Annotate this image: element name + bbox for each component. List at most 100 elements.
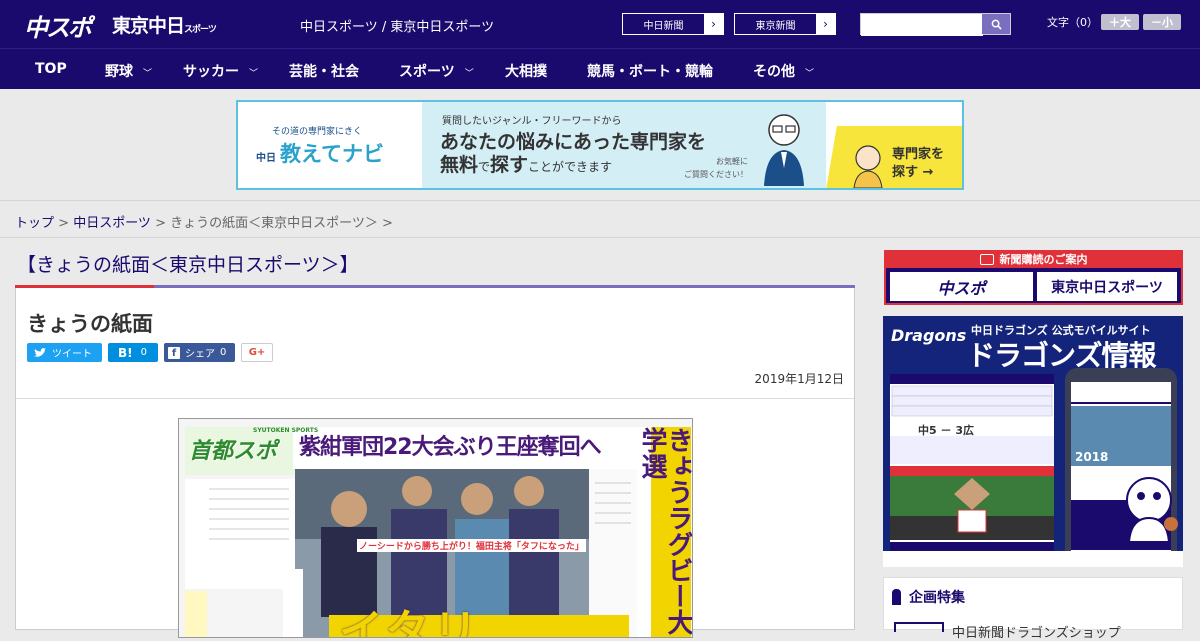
section-title: 【きょうの紙面＜東京中日スポーツ＞】 bbox=[17, 254, 359, 276]
nav-label: その他 bbox=[753, 64, 795, 80]
chevron-right-icon: › bbox=[816, 14, 835, 34]
newspaper-headline: 紫紺軍団22大会ぶり王座奪回へ bbox=[299, 435, 602, 460]
banner-line-3a: 無料 bbox=[440, 154, 479, 176]
breadcrumb-section[interactable]: 中日スポーツ bbox=[73, 216, 151, 231]
paper-link-label: 東京新聞 bbox=[755, 20, 796, 32]
facebook-label: シェア bbox=[185, 349, 215, 360]
nav-item-baseball[interactable]: 野球 ﹀ bbox=[105, 61, 152, 81]
chuspo-logo[interactable]: 中スポ bbox=[24, 8, 92, 43]
nav-label: 大相撲 bbox=[505, 64, 547, 80]
banner-line-3c: 探す bbox=[490, 154, 529, 176]
dragons-info-banner[interactable]: Dragons 中日ドラゴンズ 公式モバイルサイト ドラゴンズ情報 中5 － 3… bbox=[883, 316, 1183, 567]
nav-label: スポーツ bbox=[399, 64, 455, 80]
nav-item-top[interactable]: TOP bbox=[35, 61, 67, 77]
chunichi-shimbun-link[interactable]: 中日新聞 › bbox=[622, 13, 724, 35]
font-size-label: 文字（0） bbox=[1047, 16, 1098, 29]
phone-header bbox=[1071, 382, 1171, 404]
dragons-footer bbox=[883, 551, 1183, 567]
hatena-count: 0 bbox=[140, 347, 147, 358]
banner-note-1: お気軽に bbox=[716, 157, 748, 166]
tokyo-shimbun-link[interactable]: 東京新聞 › bbox=[734, 13, 836, 35]
newspaper-side-headline: きょうラグビー大学選 bbox=[637, 427, 693, 637]
search-icon bbox=[991, 19, 1002, 30]
article-card: きょうの紙面 ツイート B! 0 f シェア 0 G+ 2019年1月12日 首… bbox=[15, 288, 855, 638]
chevron-down-icon: ﹀ bbox=[143, 69, 153, 79]
nav-item-entertainment[interactable]: 芸能・社会 bbox=[289, 61, 359, 81]
special-features-box: 企画特集 中日新聞ドラゴンズショップ bbox=[883, 577, 1183, 641]
tokyo-chunichi-logo[interactable]: 東京中日スポーツ bbox=[112, 11, 217, 38]
article-date: 2019年1月12日 bbox=[754, 372, 844, 386]
breadcrumb-current: きょうの紙面＜東京中日スポーツ＞ bbox=[170, 216, 378, 231]
breadcrumb-bar: トップ > 中日スポーツ > きょうの紙面＜東京中日スポーツ＞ > bbox=[0, 200, 1200, 238]
nav-label: TOP bbox=[35, 61, 67, 77]
newspaper-front-page-image[interactable]: 首都スポ SYUTOKEN SPORTS 紫紺軍団22大会ぶり王座奪回へ きょう… bbox=[178, 418, 693, 638]
nav-item-other[interactable]: その他 ﹀ bbox=[753, 61, 814, 81]
banner-cta[interactable]: 専門家を 探す → bbox=[892, 146, 944, 182]
newspaper-big-text: イタリ bbox=[339, 606, 482, 638]
facebook-icon: f bbox=[168, 346, 180, 359]
newspaper-subline: ノーシードから勝ち上がり！福田主将「タフになった」 bbox=[357, 539, 586, 552]
subscribe-chuspo[interactable]: 中スポ bbox=[890, 272, 1033, 301]
banner-line-3: 無料で探すことができます bbox=[440, 150, 612, 177]
tweet-button[interactable]: ツイート bbox=[27, 343, 102, 362]
nav-item-racing[interactable]: 競馬・ボート・競輪 bbox=[587, 61, 713, 81]
nav-label: 競馬・ボート・競輪 bbox=[587, 64, 713, 80]
subscription-head: 新聞購読のご案内 bbox=[886, 250, 1181, 268]
search-box bbox=[860, 13, 1011, 36]
banner-brand: 中日 教えてナビ bbox=[256, 138, 384, 168]
subscribe-tokyo-chunichi[interactable]: 東京中日スポーツ bbox=[1037, 272, 1177, 301]
nav-label: 芸能・社会 bbox=[289, 64, 359, 80]
breadcrumb-sep: > bbox=[150, 216, 171, 231]
nav-item-sumo[interactable]: 大相撲 bbox=[505, 61, 547, 81]
question-person-icon bbox=[853, 145, 883, 188]
main-nav: TOP 野球 ﹀ サッカー ﹀ 芸能・社会 スポーツ ﹀ 大相撲 競馬・ボート・競輪 … bbox=[0, 48, 1200, 89]
article-title: きょうの紙面 bbox=[27, 312, 153, 336]
google-plus-button[interactable]: G+ bbox=[241, 343, 273, 362]
oshiete-navi-banner[interactable]: その道の専門家にきく 中日 教えてナビ 質問したいジャンル・フリーワードから あな… bbox=[236, 100, 964, 190]
facebook-share-button[interactable]: f シェア 0 bbox=[164, 343, 235, 362]
nav-item-soccer[interactable]: サッカー ﹀ bbox=[183, 61, 258, 81]
chevron-down-icon: ﹀ bbox=[249, 69, 259, 79]
masthead-text: 首都スポ bbox=[189, 439, 278, 464]
paper-link-label: 中日新聞 bbox=[643, 20, 684, 32]
banner-brand-text: 教えてナビ bbox=[280, 142, 384, 166]
banner-line-3d: ことができます bbox=[528, 160, 613, 174]
site-header: 中スポ 東京中日スポーツ 中日スポーツ / 東京中日スポーツ 中日新聞 › 東京新… bbox=[0, 0, 1200, 48]
banner-sub-text: その道の専門家にきく bbox=[272, 127, 363, 137]
nav-item-sports[interactable]: スポーツ ﹀ bbox=[399, 61, 474, 81]
chevron-right-icon: › bbox=[704, 14, 723, 34]
breadcrumb-home[interactable]: トップ bbox=[15, 216, 54, 231]
breadcrumb-tail: > bbox=[377, 216, 393, 231]
logo-small-text: スポーツ bbox=[184, 25, 217, 35]
nav-label: サッカー bbox=[183, 64, 239, 80]
nav-label: 野球 bbox=[105, 64, 133, 80]
expert-illustration-icon bbox=[764, 114, 804, 186]
banner-note-2: ご質問ください！ bbox=[684, 170, 748, 179]
dragons-shop-thumbnail[interactable] bbox=[894, 622, 944, 632]
search-button[interactable] bbox=[982, 14, 1010, 34]
breadcrumb: トップ > 中日スポーツ > きょうの紙面＜東京中日スポーツ＞ > bbox=[15, 212, 393, 231]
banner-brand-area: その道の専門家にきく 中日 教えてナビ bbox=[238, 102, 422, 188]
phone-year: 2018 bbox=[1075, 450, 1109, 464]
twitter-icon bbox=[34, 347, 46, 357]
ribbon-icon bbox=[892, 589, 901, 605]
hatena-bookmark-button[interactable]: B! 0 bbox=[108, 343, 158, 362]
hatena-icon: B! bbox=[118, 345, 133, 360]
dragons-score: 中5 － 3広 bbox=[918, 424, 974, 437]
dragons-logo: Dragons bbox=[891, 326, 967, 345]
special-features-heading: 企画特集 bbox=[892, 587, 965, 607]
chevron-down-icon: ﹀ bbox=[805, 69, 815, 79]
subscription-banner[interactable]: 新聞購読のご案内 中スポ 東京中日スポーツ bbox=[884, 250, 1183, 305]
font-smaller-button[interactable]: －小 bbox=[1143, 14, 1181, 30]
search-input[interactable] bbox=[861, 16, 983, 36]
breadcrumb-sep: > bbox=[54, 216, 74, 231]
banner-brand-small: 中日 bbox=[256, 153, 276, 164]
banner-note: お気軽にご質問ください！ bbox=[684, 155, 748, 181]
banner-cta-2: 探す → bbox=[892, 165, 934, 180]
font-larger-button[interactable]: ＋大 bbox=[1101, 14, 1139, 30]
dragons-shop-link[interactable]: 中日新聞ドラゴンズショップ bbox=[952, 622, 1121, 641]
site-tagline: 中日スポーツ / 東京中日スポーツ bbox=[300, 20, 495, 35]
divider bbox=[16, 398, 854, 399]
logo-text: 東京中日 bbox=[112, 15, 185, 37]
newspaper-masthead: 首都スポ bbox=[189, 433, 277, 465]
